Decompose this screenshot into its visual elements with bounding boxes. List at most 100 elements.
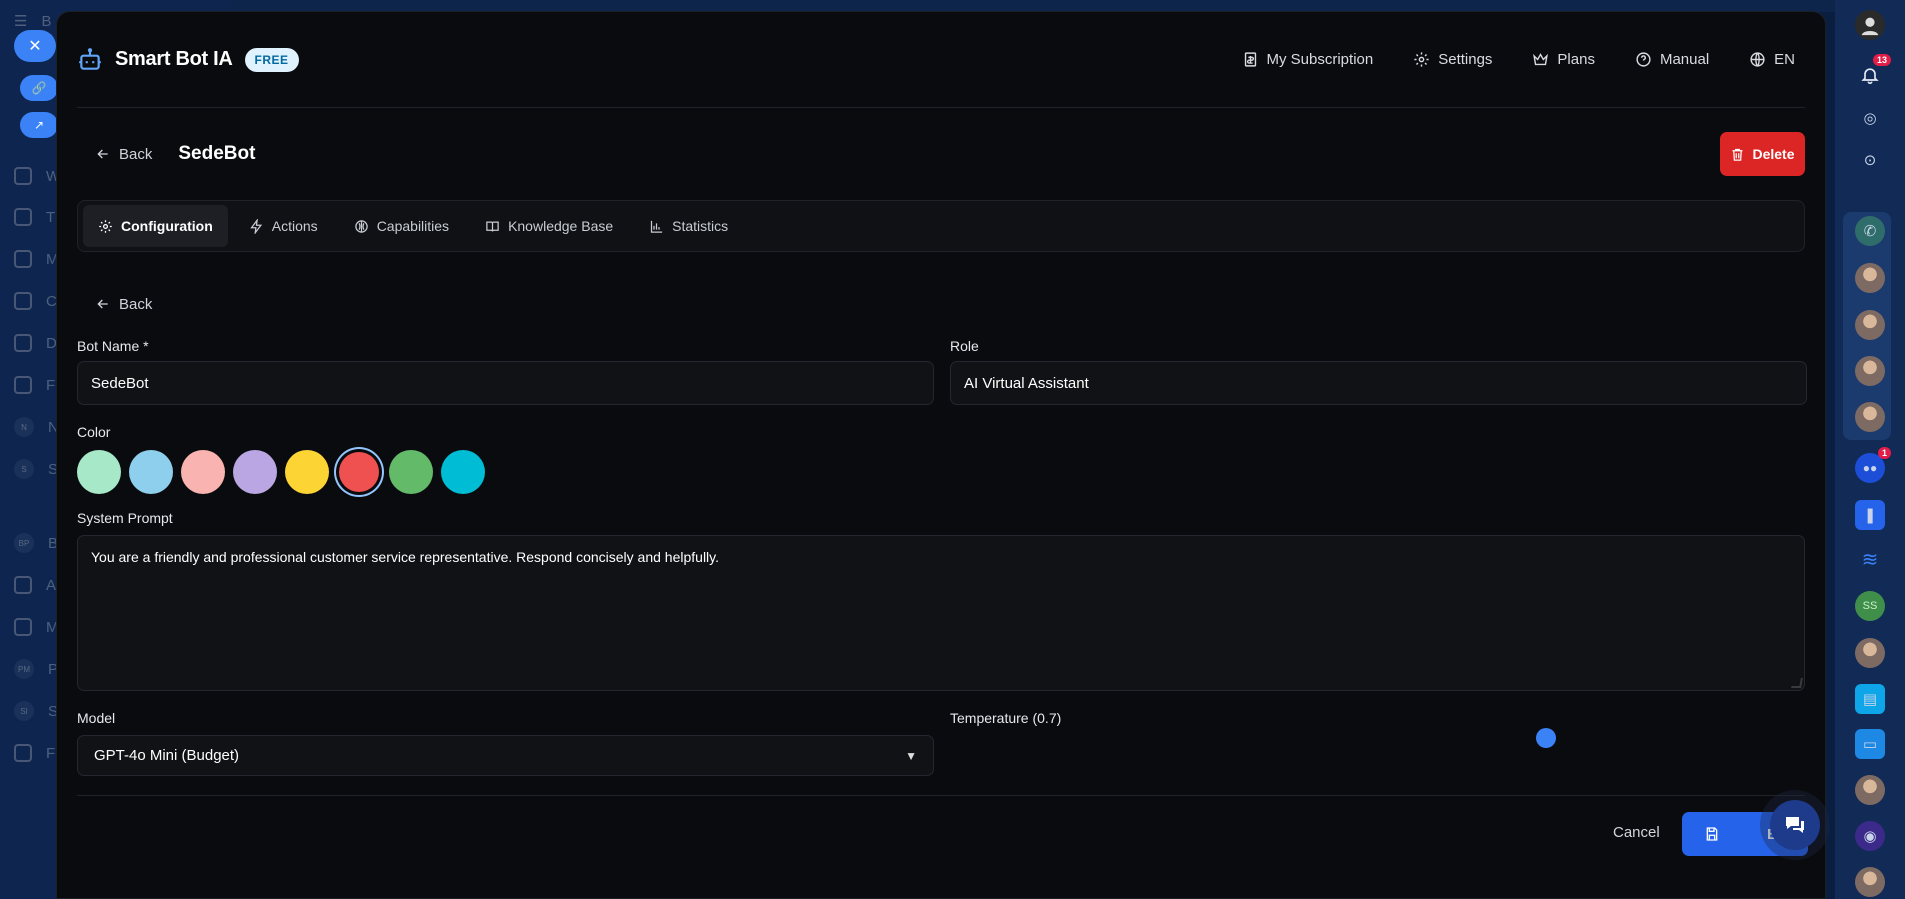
chat-badge: 1 [1877,447,1891,459]
bot-icon: ●● [1862,461,1878,475]
brand-icon: ≋ [1861,548,1879,571]
tab-label: Knowledge Base [508,218,614,234]
link-icon: 🔗 [31,81,47,95]
globe-icon [1750,52,1765,67]
nav-label: Plans [1557,51,1595,68]
back-button[interactable]: Back [77,146,170,163]
nav-label: EN [1774,51,1795,68]
tab-label: Configuration [121,218,213,234]
footer-divider [77,795,1805,796]
delete-button[interactable]: Delete [1720,132,1805,176]
external-link-icon: ↗ [33,118,45,132]
arrow-left-icon [97,149,108,159]
header-nav: My Subscription Settings Plans Manual EN [1242,51,1795,68]
nav-label: Settings [1438,51,1493,68]
contact-avatar[interactable] [1855,775,1885,805]
brand: Smart Bot IA FREE [77,47,299,73]
phone-icon: ✆ [1863,223,1877,240]
messages-button[interactable]: ▤ [1855,684,1885,714]
color-swatch[interactable] [441,450,485,494]
bookmark-button[interactable]: ❚ [1855,500,1885,530]
modal-header: Smart Bot IA FREE My Subscription Settin… [77,12,1805,108]
tab-capabilities[interactable]: Capabilities [339,205,464,247]
contact-avatar[interactable] [1855,310,1885,340]
language-switcher[interactable]: EN [1749,51,1795,68]
back-link[interactable]: Back [77,296,170,313]
manual-link[interactable]: Manual [1635,51,1709,68]
model-select[interactable]: GPT-4o Mini (Budget) ▼ [77,735,934,776]
gear-icon [99,219,112,233]
color-swatch[interactable] [339,452,379,492]
bookmark-icon: ❚ [1863,507,1877,524]
system-prompt-label: System Prompt [77,510,173,526]
nav-label: My Subscription [1266,51,1374,68]
system-prompt-textarea[interactable]: You are a friendly and professional cust… [77,535,1805,691]
my-subscription-link[interactable]: My Subscription [1242,51,1374,68]
contact-avatar[interactable] [1855,263,1885,293]
support-chat-button[interactable] [1770,800,1820,850]
link-float-button[interactable]: 🔗 [20,75,58,101]
bot-chat-button[interactable]: ●● 1 [1855,447,1891,483]
page-titlebar: Back SedeBot Delete [77,132,1805,176]
close-float-button[interactable]: ✕ [14,30,56,62]
user-avatar[interactable] [1855,10,1885,40]
back-label: Back [119,145,153,163]
spiral-button[interactable]: ◉ [1855,821,1885,851]
id-card-icon: ▭ [1862,736,1878,753]
color-swatch[interactable] [389,450,433,494]
contact-avatar-initials[interactable]: SS [1855,591,1885,621]
page-title: SedeBot [178,143,256,164]
temperature-slider-thumb[interactable] [1536,728,1556,748]
tab-knowledge-base[interactable]: Knowledge Base [470,205,628,247]
settings-link[interactable]: Settings [1413,51,1492,68]
color-swatch[interactable] [233,450,277,494]
system-prompt-text: You are a friendly and professional cust… [91,549,720,565]
search-chat-button[interactable]: ⊙ [1855,145,1885,175]
color-swatch[interactable] [77,450,121,494]
tab-configuration[interactable]: Configuration [83,205,228,247]
nav-label: Manual [1659,51,1710,68]
delete-label: Delete [1752,146,1795,162]
color-swatch[interactable] [181,450,225,494]
spiral-icon: ◉ [1863,828,1877,845]
plans-link[interactable]: Plans [1532,51,1595,68]
model-selected-value: GPT-4o Mini (Budget) [94,747,240,764]
tab-bar: Configuration Actions Capabilities Knowl… [77,200,1805,252]
role-input[interactable]: AI Virtual Assistant [950,361,1807,405]
bot-name-label: Bot Name * [77,338,149,354]
chat-search-icon: ⊙ [1863,152,1877,169]
card-button[interactable]: ▭ [1855,729,1885,759]
contact-avatar[interactable] [1855,867,1885,897]
form-back-button[interactable]: Back [77,282,170,326]
brand-button[interactable]: ≋ [1855,544,1885,574]
resize-handle[interactable] [1791,678,1803,688]
external-float-button[interactable]: ↗ [20,112,58,138]
gear-icon [1414,52,1429,67]
contact-avatar[interactable] [1855,402,1885,432]
message-icon: ▤ [1862,691,1878,708]
contact-avatar[interactable] [1855,356,1885,386]
tab-label: Capabilities [376,218,450,234]
plan-badge: FREE [244,47,299,72]
color-swatch[interactable] [129,450,173,494]
contact-avatar[interactable] [1855,638,1885,668]
bot-name-input[interactable]: SedeBot [77,361,934,405]
tab-label: Statistics [672,218,729,234]
cancel-button[interactable]: Cancel [1613,824,1660,844]
capabilities-icon [354,219,368,233]
color-swatch[interactable] [285,450,329,494]
person-icon [1861,17,1879,36]
smart-bot-modal: Smart Bot IA FREE My Subscription Settin… [56,11,1826,899]
tab-statistics[interactable]: Statistics [634,205,743,247]
radar-button[interactable]: ◎ [1855,103,1885,133]
book-icon [486,221,499,232]
call-button[interactable]: ✆ [1855,216,1885,246]
app-name: Smart Bot IA [115,48,233,70]
tab-actions[interactable]: Actions [234,205,333,247]
close-icon: ✕ [28,38,42,55]
receipt-icon [1244,52,1256,67]
color-picker [77,450,485,494]
notifications-badge: 13 [1872,54,1891,66]
model-label: Model [77,710,116,726]
notifications-button[interactable]: 13 [1855,54,1891,90]
